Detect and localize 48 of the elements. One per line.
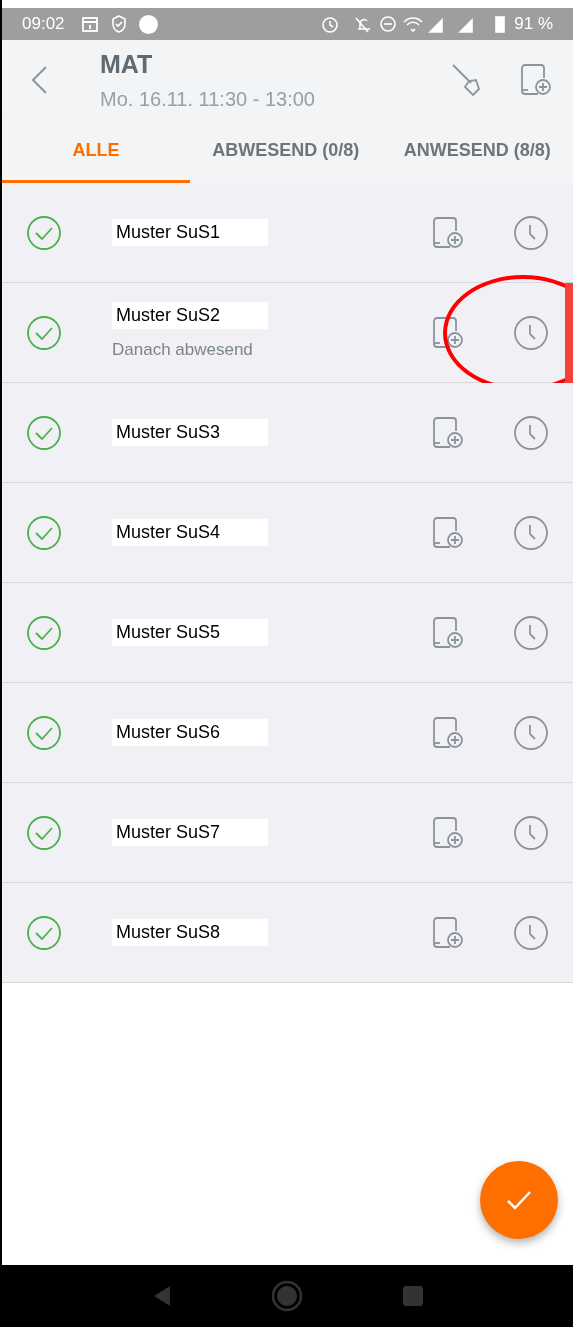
battery-level: 91 % xyxy=(514,13,553,36)
add-note-icon[interactable] xyxy=(431,315,465,350)
clock-icon[interactable] xyxy=(513,614,549,651)
student-name: Muster SuS4 xyxy=(112,519,269,546)
check-icon xyxy=(506,1189,532,1211)
tab[interactable]: ANWESEND (8/8) xyxy=(381,120,573,183)
add-note-icon[interactable] xyxy=(431,515,465,550)
check-circle-icon[interactable] xyxy=(26,714,62,751)
student-name: Muster SuS2 xyxy=(112,302,269,330)
add-note-icon[interactable] xyxy=(431,815,465,850)
add-note-icon[interactable] xyxy=(431,415,465,450)
check-circle-icon[interactable] xyxy=(26,514,62,551)
add-note-icon[interactable] xyxy=(431,915,465,950)
check-circle-icon[interactable] xyxy=(26,414,62,451)
student-name: Muster SuS8 xyxy=(112,919,269,946)
add-document-icon[interactable] xyxy=(519,63,553,97)
clock-icon[interactable] xyxy=(513,414,549,451)
back-icon[interactable] xyxy=(30,65,48,95)
add-note-icon[interactable] xyxy=(431,215,465,250)
clock-icon[interactable] xyxy=(513,714,549,751)
clock-icon[interactable] xyxy=(513,914,549,951)
check-circle-icon[interactable] xyxy=(26,814,62,851)
calendar-icon xyxy=(80,15,99,33)
tab[interactable]: ABWESEND (0/8) xyxy=(190,120,382,183)
student-name: Muster SuS5 xyxy=(112,619,269,646)
confirm-button[interactable] xyxy=(480,1161,558,1239)
recents-icon[interactable] xyxy=(403,1286,424,1306)
add-note-icon[interactable] xyxy=(431,615,465,650)
shield-icon xyxy=(110,15,127,33)
add-note-icon[interactable] xyxy=(431,715,465,750)
student-name: Muster SuS1 xyxy=(112,219,269,246)
clock-icon[interactable] xyxy=(513,514,549,551)
clock-icon[interactable] xyxy=(513,214,549,251)
home-icon[interactable] xyxy=(271,1280,304,1312)
check-circle-icon[interactable] xyxy=(26,214,62,251)
check-circle-icon[interactable] xyxy=(26,914,62,951)
clock-icon[interactable] xyxy=(513,814,549,851)
student-name: Muster SuS6 xyxy=(112,719,269,746)
student-name: Muster SuS7 xyxy=(112,819,269,846)
check-circle-icon[interactable] xyxy=(26,614,62,651)
header-subtitle: Mo. 16.11. 11:30 - 13:00 xyxy=(100,86,316,112)
clock-icon[interactable] xyxy=(513,314,549,351)
check-circle-icon[interactable] xyxy=(26,314,62,351)
student-name: Muster SuS3 xyxy=(112,419,269,446)
status-time: 09:02 xyxy=(22,13,65,36)
broom-icon[interactable] xyxy=(451,63,483,97)
student-note: Danach abwesend xyxy=(112,339,253,362)
header-title: MAT xyxy=(100,49,154,81)
